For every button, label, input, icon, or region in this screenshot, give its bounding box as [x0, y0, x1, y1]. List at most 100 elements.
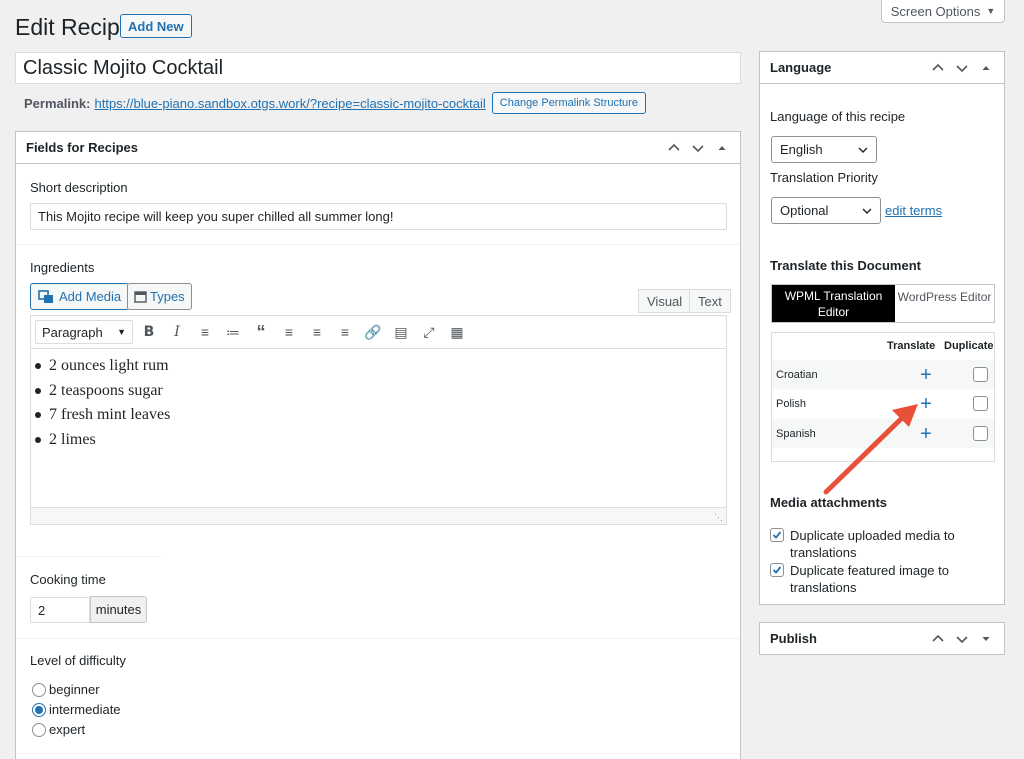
language-select[interactable]: English	[771, 136, 877, 163]
radio-button[interactable]	[32, 682, 46, 697]
publish-box: Publish	[759, 622, 1005, 655]
caret-down-icon: ▼	[986, 6, 996, 16]
move-down-icon[interactable]	[954, 631, 970, 647]
fullscreen-icon[interactable]: ⤢	[417, 320, 441, 344]
language-select-value: English	[780, 142, 823, 157]
screen-options-label: Screen Options	[890, 3, 981, 19]
read-more-icon[interactable]: ▤	[389, 320, 413, 344]
language-box-title: Language	[770, 60, 832, 75]
add-new-button[interactable]: Add New	[120, 14, 192, 38]
change-permalink-button[interactable]: Change Permalink Structure	[491, 92, 646, 114]
align-right-icon[interactable]: ≡	[333, 320, 357, 344]
difficulty-option-beginner[interactable]: beginner	[32, 682, 100, 697]
screen-options-button[interactable]: Screen Options ▼	[881, 0, 1005, 23]
bold-icon[interactable]: B	[137, 320, 161, 344]
publish-box-title: Publish	[770, 631, 817, 646]
duplicate-checkbox[interactable]	[973, 396, 988, 411]
move-up-icon[interactable]	[930, 631, 946, 647]
resize-handle-icon[interactable]: ⋱	[714, 512, 723, 523]
radio-button[interactable]	[32, 702, 46, 717]
italic-icon[interactable]: I	[165, 320, 189, 344]
bullet-list-icon[interactable]: ≡	[193, 320, 217, 344]
types-label: Types	[150, 289, 185, 304]
move-down-icon[interactable]	[690, 140, 706, 156]
language-name: Spanish	[776, 427, 816, 440]
difficulty-option-label: beginner	[49, 682, 100, 697]
checkbox-checked[interactable]	[770, 528, 784, 542]
wpml-translation-editor-tab[interactable]: WPML Translation Editor	[772, 285, 895, 322]
short-description-label: Short description	[30, 180, 128, 195]
language-name: Croatian	[776, 368, 818, 381]
translation-table: Translate Duplicate Croatian + Polish + …	[771, 332, 995, 462]
translation-editor-switch: WPML Translation Editor WordPress Editor	[771, 284, 995, 323]
translate-document-title: Translate this Document	[770, 258, 921, 273]
cooking-time-unit: minutes	[90, 596, 147, 623]
divider	[16, 556, 161, 557]
add-translation-icon[interactable]: +	[918, 424, 934, 444]
chevron-down-icon	[858, 147, 868, 153]
format-select[interactable]: Paragraph ▼	[35, 320, 133, 344]
media-option-label: Duplicate featured image to translations	[790, 563, 949, 595]
media-option-featured[interactable]: Duplicate featured image to translations	[770, 562, 990, 596]
checkbox-checked[interactable]	[770, 563, 784, 577]
language-name: Polish	[776, 397, 806, 410]
numbered-list-icon[interactable]: ≔	[221, 320, 245, 344]
table-row: Croatian +	[772, 360, 994, 389]
list-item: 7 fresh mint leaves	[35, 403, 726, 428]
move-up-icon[interactable]	[666, 140, 682, 156]
collapse-toggle-icon[interactable]	[714, 140, 730, 156]
list-item: 2 ounces light rum	[35, 354, 726, 379]
cooking-time-label: Cooking time	[30, 572, 106, 587]
align-center-icon[interactable]: ≡	[305, 320, 329, 344]
difficulty-label: Level of difficulty	[30, 653, 126, 668]
priority-select-value: Optional	[780, 203, 829, 218]
wordpress-editor-tab[interactable]: WordPress Editor	[895, 285, 994, 322]
calendar-icon	[134, 291, 147, 303]
difficulty-option-intermediate[interactable]: intermediate	[32, 702, 121, 717]
link-icon[interactable]: 🔗	[361, 320, 385, 344]
ingredients-label: Ingredients	[30, 260, 95, 275]
page-title: Edit Recipe	[15, 14, 133, 40]
translate-column-header: Translate	[887, 340, 936, 352]
fields-for-recipes-box: Fields for Recipes Short description Thi…	[15, 131, 741, 759]
list-item: 2 teaspoons sugar	[35, 379, 726, 404]
permalink-link[interactable]: https://blue-piano.sandbox.otgs.work/?re…	[94, 96, 485, 111]
align-left-icon[interactable]: ≡	[277, 320, 301, 344]
editor-statusbar: ⋱	[31, 507, 726, 524]
edit-terms-link[interactable]: edit terms	[885, 203, 942, 218]
types-button[interactable]: Types	[127, 283, 192, 310]
difficulty-option-label: intermediate	[49, 702, 121, 717]
media-option-uploaded[interactable]: Duplicate uploaded media to translations	[770, 527, 990, 561]
collapse-toggle-icon[interactable]	[978, 60, 994, 76]
priority-label: Translation Priority	[770, 170, 878, 185]
radio-button[interactable]	[32, 722, 46, 737]
ingredients-editor[interactable]: 2 ounces light rum 2 teaspoons sugar 7 f…	[30, 349, 727, 525]
move-up-icon[interactable]	[930, 60, 946, 76]
difficulty-option-expert[interactable]: expert	[32, 722, 85, 737]
expand-toggle-icon[interactable]	[978, 631, 994, 647]
add-translation-icon[interactable]: +	[918, 394, 934, 414]
editor-toolbar: Paragraph ▼ B I ≡ ≔ “ ≡ ≡ ≡ 🔗 ▤ ⤢ ▦	[30, 315, 727, 349]
table-row: Spanish +	[772, 419, 994, 448]
add-media-button[interactable]: Add Media	[30, 283, 130, 310]
tab-text[interactable]: Text	[689, 289, 731, 313]
tab-visual[interactable]: Visual	[638, 289, 692, 313]
toolbar-toggle-icon[interactable]: ▦	[445, 320, 469, 344]
post-title-input[interactable]: Classic Mojito Cocktail	[15, 52, 741, 84]
check-icon	[772, 531, 782, 539]
blockquote-icon[interactable]: “	[249, 320, 273, 344]
move-down-icon[interactable]	[954, 60, 970, 76]
short-description-input[interactable]: This Mojito recipe will keep you super c…	[30, 203, 727, 230]
media-attachments-title: Media attachments	[770, 495, 888, 510]
cooking-time-input[interactable]: 2	[30, 597, 90, 623]
fields-box-title: Fields for Recipes	[26, 140, 138, 155]
media-option-label: Duplicate uploaded media to translations	[790, 528, 955, 560]
permalink-label: Permalink:	[24, 95, 91, 111]
add-translation-icon[interactable]: +	[918, 365, 934, 385]
priority-select[interactable]: Optional	[771, 197, 881, 224]
duplicate-checkbox[interactable]	[973, 426, 988, 441]
divider	[16, 753, 740, 754]
media-icon	[38, 289, 53, 303]
language-label: Language of this recipe	[770, 109, 906, 124]
duplicate-checkbox[interactable]	[973, 367, 988, 382]
